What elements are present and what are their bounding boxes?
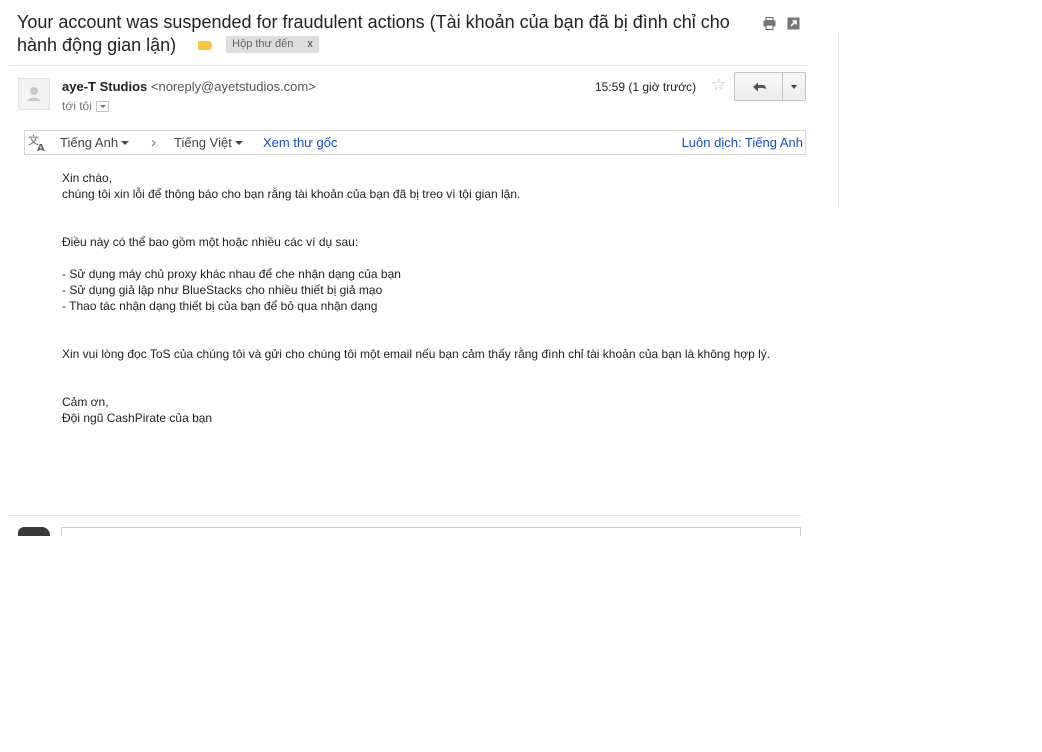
subject-text: Your account was suspended for fraudulen…	[17, 12, 730, 55]
inbox-label-text: Hộp thư đến	[232, 37, 294, 50]
inbox-label-chip[interactable]: Hộp thư đến x	[226, 35, 319, 53]
chevron-down-icon	[121, 140, 130, 145]
recipient-text: tới tôi	[62, 99, 92, 113]
body-greeting: Xin chào, chúng tôi xin lỗi để thông báo…	[62, 171, 521, 201]
label-tag-icon[interactable]	[198, 40, 213, 50]
side-divider	[838, 32, 839, 206]
quick-reply-box[interactable]	[61, 527, 801, 536]
reply-section-divider	[9, 515, 801, 516]
source-language-dropdown[interactable]: Tiếng Anh	[60, 131, 130, 154]
remove-label-button[interactable]: x	[307, 38, 313, 50]
open-new-window-icon[interactable]	[787, 17, 800, 30]
chevron-right-icon: ›	[151, 134, 156, 151]
chevron-down-icon	[234, 140, 243, 145]
target-language-dropdown[interactable]: Tiếng Việt	[174, 131, 243, 154]
translate-icon: 文A	[28, 133, 45, 152]
blank-area	[0, 536, 1042, 752]
sender-email: <noreply@ayetstudios.com>	[150, 79, 316, 94]
print-icon[interactable]	[763, 17, 776, 30]
reply-button[interactable]	[734, 72, 783, 101]
svg-text:A: A	[37, 143, 45, 152]
translate-bar: 文A Tiếng Anh › Tiếng Việt Xem thư gốc Lu…	[24, 130, 806, 155]
default-person-icon	[27, 87, 41, 101]
email-timestamp: 15:59 (1 giờ trước)	[595, 80, 697, 94]
reply-arrow-icon	[753, 82, 766, 92]
sender-avatar[interactable]	[18, 78, 50, 110]
user-avatar	[18, 527, 50, 536]
sender-line: aye-T Studios <noreply@ayetstudios.com>	[62, 78, 316, 95]
body-examples-list: - Sử dụng máy chủ proxy khác nhau để che…	[62, 267, 401, 313]
source-language-label: Tiếng Anh	[60, 135, 119, 150]
more-options-button[interactable]	[782, 72, 806, 101]
target-language-label: Tiếng Việt	[174, 135, 232, 150]
sender-name[interactable]: aye-T Studios	[62, 79, 147, 94]
body-signoff: Cảm ơn, Đội ngũ CashPirate của bạn	[62, 395, 213, 425]
body-request: Xin vui lòng đọc ToS của chúng tôi và gử…	[62, 347, 771, 361]
star-icon[interactable]: ☆	[711, 76, 726, 94]
show-details-dropdown-icon[interactable]	[95, 101, 109, 113]
email-subject: Your account was suspended for fraudulen…	[17, 11, 747, 57]
always-translate-link[interactable]: Luôn dịch: Tiếng Anh	[682, 131, 803, 154]
recipient-line: tới tôi	[62, 98, 109, 115]
body-examples-intro: Điều này có thể bao gồm một hoặc nhiều c…	[62, 235, 359, 249]
view-original-link[interactable]: Xem thư gốc	[263, 131, 337, 154]
email-body: Xin chào, chúng tôi xin lỗi để thông báo…	[62, 170, 802, 426]
header-divider	[9, 65, 806, 66]
